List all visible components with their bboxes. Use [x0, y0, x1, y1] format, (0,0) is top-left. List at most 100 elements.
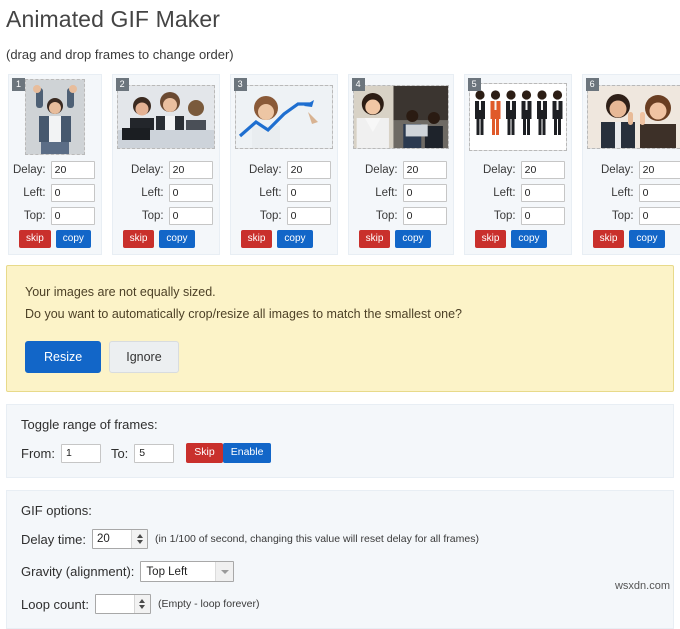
frame-top-row: Top: — [469, 207, 567, 225]
frame-panel[interactable]: 6 Delay: Left: — [581, 74, 680, 255]
frame-left-label: Left: — [611, 187, 634, 199]
frame-button-row: skip copy — [353, 230, 449, 248]
toggle-range-title: Toggle range of frames: — [21, 416, 158, 432]
frame-top-input[interactable] — [50, 207, 95, 225]
frame-thumbnail-woman-drawing-growth-arrow[interactable] — [234, 85, 333, 149]
range-enable-button[interactable]: Enable — [222, 442, 272, 464]
frame-left-row: Left: — [117, 184, 215, 202]
frame-delay-input[interactable] — [402, 161, 447, 179]
page-title: Animated GIF Maker — [6, 6, 220, 32]
frame-copy-button[interactable]: copy — [55, 230, 91, 248]
frames-strip: 1 Delay: Left: — [0, 62, 680, 255]
delay-time-value: 20 — [97, 533, 110, 546]
loop-count-spin-arrows-icon[interactable] — [133, 595, 150, 614]
frame-top-label: Top: — [493, 210, 516, 222]
frame-top-row: Top: — [353, 207, 449, 225]
frame-left-row: Left: — [469, 184, 567, 202]
frame-left-input[interactable] — [402, 184, 447, 202]
frame-thumbnail-row-of-suited-figures[interactable] — [468, 83, 567, 151]
frame-skip-button[interactable]: skip — [592, 230, 625, 248]
frame-copy-button[interactable]: copy — [277, 230, 313, 248]
frame-top-label: Top: — [141, 210, 164, 222]
frame-delay-input[interactable] — [168, 161, 213, 179]
frame-left-input[interactable] — [638, 184, 680, 202]
frame-top-label: Top: — [611, 210, 634, 222]
frame-thumbnail-wrap — [586, 79, 680, 155]
frame-button-row: skip copy — [235, 230, 333, 248]
gravity-row: Gravity (alignment): Top Left — [21, 561, 659, 583]
frame-panel[interactable]: 2 Delay: Left: — [111, 74, 220, 255]
from-label: From: — [21, 445, 55, 461]
frame-left-input[interactable] — [50, 184, 95, 202]
frame-left-row: Left: — [353, 184, 449, 202]
frame-thumbnail-man-cheering-arms-up[interactable] — [24, 79, 85, 155]
loop-count-stepper[interactable] — [94, 594, 151, 615]
toggle-range-panel: Toggle range of frames: From: To: Skip E… — [6, 403, 674, 479]
frame-left-label: Left: — [23, 187, 46, 199]
frame-delay-row: Delay: — [469, 161, 567, 179]
frame-delay-label: Delay: — [601, 164, 634, 176]
delay-time-spin-arrows-icon[interactable] — [131, 530, 148, 549]
resize-button[interactable]: Resize — [25, 340, 102, 373]
size-mismatch-warning: Your images are not equally sized. Do yo… — [6, 265, 674, 392]
frame-delay-input[interactable] — [50, 161, 95, 179]
frame-left-label: Left: — [493, 187, 516, 199]
frame-thumbnail-businesswoman-with-team[interactable] — [352, 85, 449, 149]
frame-panel[interactable]: 5 Delay: 20 Left: 0 Top: 0 skip copy — [463, 74, 572, 255]
frame-delay-label: Delay: — [13, 164, 46, 176]
frame-delay-row: Delay: — [117, 161, 215, 179]
frame-panel[interactable]: 4 Delay: Lef — [347, 74, 454, 255]
frame-skip-button[interactable]: skip — [358, 230, 391, 248]
frame-delay-label: Delay: — [131, 164, 164, 176]
frame-delay-input[interactable] — [638, 161, 680, 179]
range-skip-button[interactable]: Skip — [186, 442, 223, 464]
frame-top-input[interactable] — [286, 207, 331, 225]
frame-number-badge: 4 — [351, 78, 365, 91]
frame-thumbnail-wrap — [13, 79, 97, 155]
frame-copy-button[interactable]: copy — [159, 230, 195, 248]
frame-top-row: Top: — [13, 207, 97, 225]
frame-delay-input[interactable] — [286, 161, 331, 179]
frame-copy-button[interactable]: copy — [395, 230, 431, 248]
frame-top-input[interactable] — [638, 207, 680, 225]
range-from-input[interactable] — [60, 443, 101, 463]
gravity-select[interactable]: Top Left — [140, 561, 235, 583]
frame-top-row: Top: — [117, 207, 215, 225]
frame-top-input[interactable] — [520, 207, 565, 225]
delay-time-stepper[interactable]: 20 — [92, 529, 149, 550]
frame-number-badge: 2 — [115, 78, 129, 91]
warning-actions: Resize Ignore — [25, 340, 655, 373]
gif-options-panel: GIF options: Delay time: 20 (in 1/100 of… — [6, 490, 674, 629]
frame-top-input[interactable] — [402, 207, 447, 225]
frame-skip-button[interactable]: skip — [19, 230, 51, 248]
frame-top-row: Top: — [587, 207, 680, 225]
frame-top-input[interactable] — [168, 207, 213, 225]
frame-left-row: Left: — [587, 184, 680, 202]
frame-copy-button[interactable]: copy — [511, 230, 547, 248]
frame-thumbnail-wrap — [116, 79, 215, 155]
frame-top-label: Top: — [23, 210, 46, 222]
frame-number-badge: 3 — [233, 78, 247, 91]
range-to-input[interactable] — [134, 443, 175, 463]
ignore-button[interactable]: Ignore — [109, 340, 179, 373]
frame-skip-button[interactable]: skip — [240, 230, 273, 248]
chevron-down-icon[interactable] — [215, 562, 234, 582]
frame-skip-button[interactable]: skip — [122, 230, 155, 248]
frame-thumbnail-wrap — [234, 79, 333, 155]
watermark: wsxdn.com — [614, 580, 670, 592]
frame-left-label: Left: — [141, 187, 164, 199]
frame-top-label: Top: — [259, 210, 282, 222]
frame-thumbnail-business-team-celebrating[interactable] — [116, 85, 215, 149]
frame-copy-button[interactable]: copy — [629, 230, 665, 248]
frame-delay-row: Delay: — [587, 161, 680, 179]
frame-left-input[interactable] — [168, 184, 213, 202]
frame-left-input[interactable] — [520, 184, 565, 202]
frame-left-input[interactable] — [286, 184, 331, 202]
frame-panel[interactable]: 1 Delay: Left: — [8, 74, 102, 255]
frame-delay-input[interactable] — [520, 161, 565, 179]
frame-panel[interactable]: 3 Delay: Left: Top: — [229, 74, 338, 255]
loop-count-hint: (Empty - loop forever) — [157, 598, 260, 611]
frame-button-row: skip copy — [587, 230, 680, 248]
frame-thumbnail-couple-framing-hands[interactable] — [586, 85, 680, 149]
frame-skip-button[interactable]: skip — [474, 230, 507, 248]
